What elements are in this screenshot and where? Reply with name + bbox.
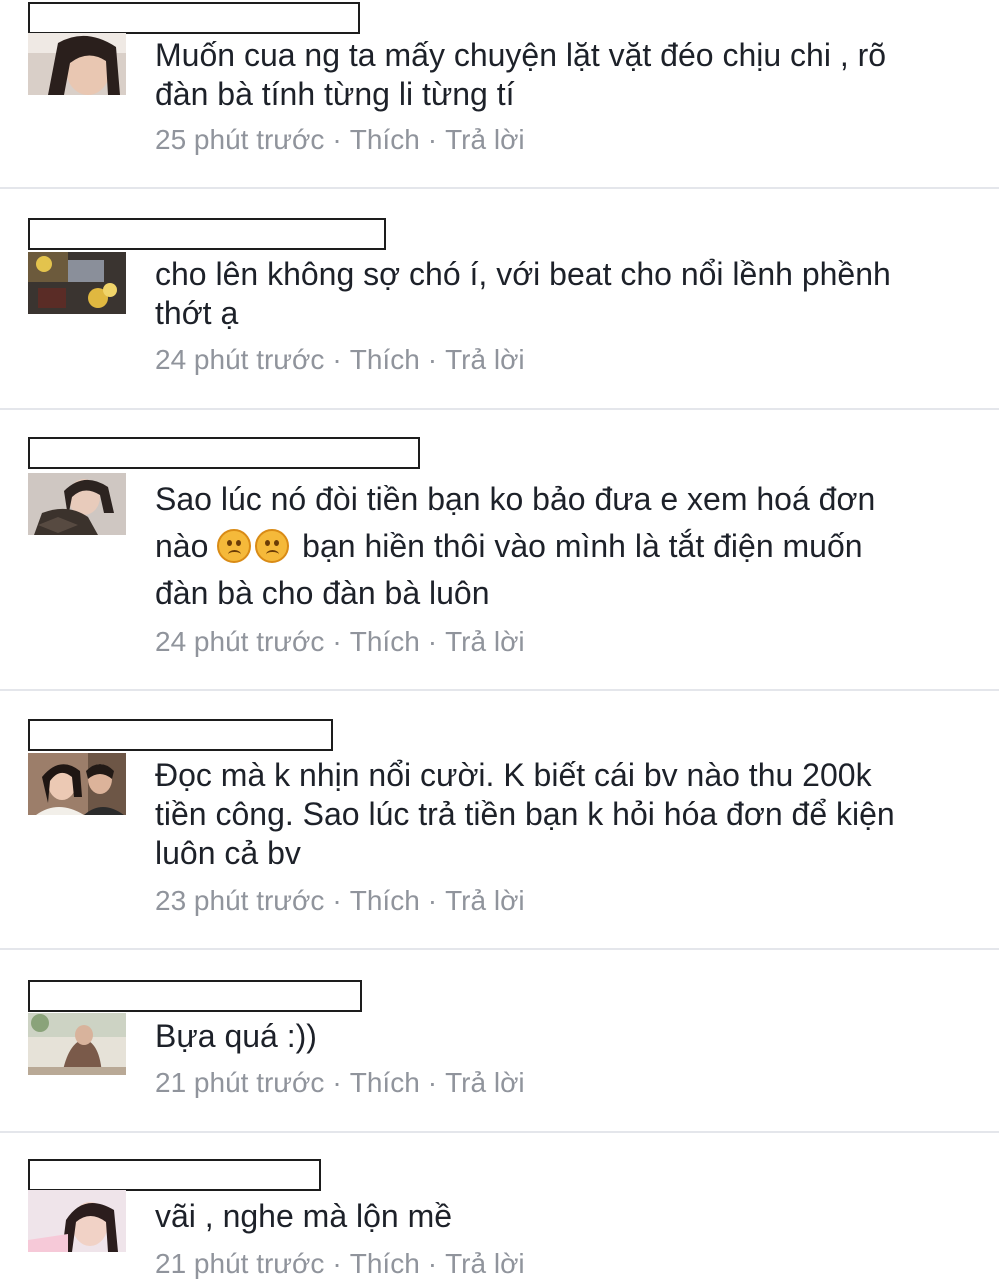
avatar[interactable]	[28, 1190, 126, 1252]
comment-time[interactable]: 24 phút trước	[155, 626, 324, 657]
reply-link[interactable]: Trả lời	[445, 626, 525, 657]
comment-item: cho lên không sợ chó í, với beat cho nổi…	[0, 189, 999, 410]
like-link[interactable]: Thích	[350, 124, 420, 155]
separator: ·	[427, 1248, 438, 1279]
redacted-username	[28, 719, 333, 751]
like-link[interactable]: Thích	[350, 1248, 420, 1279]
comment-time[interactable]: 21 phút trước	[155, 1248, 324, 1279]
comment-item: Muốn cua ng ta mấy chuyện lặt vặt đéo ch…	[0, 0, 999, 189]
comment-item: Bựa quá :)) 21 phút trước · Thích · Trả lời	[0, 950, 999, 1133]
comment-text: Muốn cua ng ta mấy chuyện lặt vặt đéo ch…	[155, 37, 887, 112]
avatar[interactable]	[28, 33, 126, 95]
comment-time[interactable]: 24 phút trước	[155, 344, 324, 375]
reply-link[interactable]: Trả lời	[445, 1248, 525, 1279]
comment-actions: 21 phút trước · Thích · Trả lời	[155, 1248, 525, 1280]
comment-time[interactable]: 21 phút trước	[155, 1067, 324, 1098]
redacted-username	[28, 2, 360, 34]
separator: ·	[332, 344, 342, 375]
redacted-username	[28, 218, 386, 250]
separator: ·	[332, 626, 342, 657]
reply-link[interactable]: Trả lời	[445, 124, 525, 155]
upside-down-face-icon	[255, 529, 290, 563]
comment-text: vãi , nghe mà lộn mề	[155, 1198, 453, 1234]
avatar[interactable]	[28, 252, 126, 314]
comment-actions: 24 phút trước · Thích · Trả lời	[155, 344, 525, 376]
comment-time[interactable]: 23 phút trước	[155, 885, 324, 916]
separator: ·	[427, 626, 438, 657]
upside-down-face-icon	[217, 529, 252, 563]
comment-text: Đọc mà k nhịn nổi cười. K biết cái bv nà…	[155, 757, 895, 871]
comment-item: Đọc mà k nhịn nổi cười. K biết cái bv nà…	[0, 691, 999, 950]
separator: ·	[332, 1248, 342, 1279]
separator: ·	[332, 124, 342, 155]
reply-link[interactable]: Trả lời	[445, 1067, 525, 1098]
comment-text: cho lên không sợ chó í, với beat cho nổi…	[155, 256, 891, 331]
avatar[interactable]	[28, 1013, 126, 1075]
comment-actions: 23 phút trước · Thích · Trả lời	[155, 885, 525, 917]
redacted-username	[28, 1159, 321, 1191]
comment-actions: 21 phút trước · Thích · Trả lời	[155, 1067, 525, 1099]
comment-actions: 24 phút trước · Thích · Trả lời	[155, 626, 525, 658]
like-link[interactable]: Thích	[350, 885, 420, 916]
comment-item: vãi , nghe mà lộn mề 21 phút trước · Thích…	[0, 1133, 999, 1281]
separator: ·	[427, 1067, 438, 1098]
separator: ·	[427, 344, 438, 375]
separator: ·	[332, 885, 342, 916]
redacted-username	[28, 437, 420, 469]
separator: ·	[332, 1067, 342, 1098]
comment-actions: 25 phút trước · Thích · Trả lời	[155, 124, 525, 156]
like-link[interactable]: Thích	[350, 344, 420, 375]
reply-link[interactable]: Trả lời	[445, 344, 525, 375]
avatar[interactable]	[28, 473, 126, 535]
comment-text: Bựa quá :))	[155, 1018, 317, 1054]
comment-time[interactable]: 25 phút trước	[155, 124, 324, 155]
separator: ·	[427, 124, 438, 155]
avatar[interactable]	[28, 753, 126, 815]
like-link[interactable]: Thích	[350, 1067, 420, 1098]
comment-item: Sao lúc nó đòi tiền bạn ko bảo đưa e xem…	[0, 410, 999, 691]
like-link[interactable]: Thích	[350, 626, 420, 657]
separator: ·	[427, 885, 438, 916]
redacted-username	[28, 980, 362, 1012]
comment-text: Sao lúc nó đòi tiền bạn ko bảo đưa e xem…	[155, 481, 876, 611]
reply-link[interactable]: Trả lời	[445, 885, 525, 916]
